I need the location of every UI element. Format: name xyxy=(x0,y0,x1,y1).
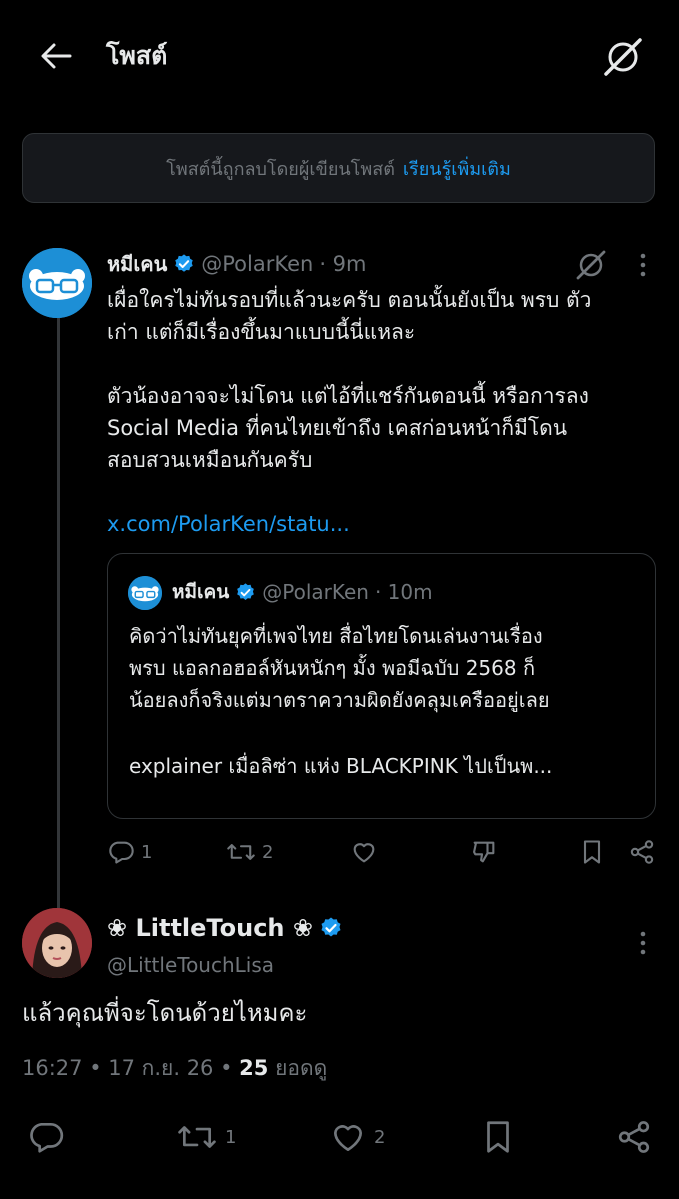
repost-icon xyxy=(227,844,255,860)
author-handle[interactable]: @PolarKen xyxy=(201,252,313,276)
share-button[interactable] xyxy=(628,838,656,866)
avatar[interactable] xyxy=(22,248,92,318)
tweet-text-line: ตัวน้องอาจจะไม่โดน แต่ไอ้ที่แชร์กันตอนนี… xyxy=(107,384,589,408)
heart-icon xyxy=(353,843,375,863)
grok-button[interactable] xyxy=(600,34,646,80)
tweet-text-line: สอบสวนเหมือนกันครับ xyxy=(107,448,313,472)
tweet-text: เผื่อใครไม่ทันรอบที่แล้วนะครับ ตอนนั้นยั… xyxy=(107,284,657,540)
page-title: โพสต์ xyxy=(106,41,168,70)
like-count: 2 xyxy=(374,1126,386,1148)
repost-button[interactable]: 1 xyxy=(175,1118,236,1156)
quoted-tweet-header: หมีเคน @PolarKen · 10m xyxy=(172,574,433,610)
heart-icon xyxy=(333,1125,363,1152)
verified-badge-icon xyxy=(235,582,256,603)
author-name-row: ❀ LittleTouch ❀ xyxy=(107,910,349,946)
grok-button[interactable] xyxy=(574,248,608,282)
tweet-timestamp[interactable]: 16:27 • 17 ก.ย. 26 • xyxy=(22,1056,232,1080)
quoted-text-line: คิดว่าไม่ทันยุคที่เพจไทย สื่อไทยโดนเล่นง… xyxy=(129,624,543,648)
tweet-header: หมีเคน @PolarKen · 9m xyxy=(107,248,367,280)
avatar xyxy=(128,576,162,610)
avatar[interactable] xyxy=(22,908,92,978)
more-options-button[interactable] xyxy=(633,250,653,280)
verified-badge-icon xyxy=(319,916,343,940)
view-label: ยอดดู xyxy=(275,1056,328,1080)
author-handle[interactable]: @LittleTouchLisa xyxy=(107,950,274,980)
polar-bear-avatar-icon xyxy=(22,248,92,318)
author-name[interactable]: หมีเคน xyxy=(107,248,167,280)
more-vertical-icon xyxy=(640,253,646,277)
tweet-text-line: เก่า แต่ก็มีเรื่องขึ้นมาแบบนี้นี่แหละ xyxy=(107,320,416,344)
tweet-text-line: Social Media ที่คนไทยเข้าถึง เคสก่อนหน้า… xyxy=(107,416,568,440)
quoted-tweet-text: คิดว่าไม่ทันยุคที่เพจไทย สื่อไทยโดนเล่นง… xyxy=(129,620,644,782)
repost-count: 2 xyxy=(262,841,274,863)
author-name[interactable]: ❀ LittleTouch ❀ xyxy=(107,914,313,942)
repost-button[interactable]: 2 xyxy=(226,838,273,866)
profile-photo-avatar xyxy=(22,908,92,978)
like-button[interactable]: 2 xyxy=(328,1118,385,1156)
downvote-button[interactable] xyxy=(470,838,498,866)
grok-icon xyxy=(576,250,606,280)
repost-icon xyxy=(178,1126,216,1148)
back-button[interactable] xyxy=(36,36,76,76)
bookmark-button[interactable] xyxy=(580,838,604,866)
reply-count: 1 xyxy=(141,841,153,863)
share-icon xyxy=(618,1121,650,1153)
more-vertical-icon xyxy=(640,931,646,955)
deleted-post-notice: โพสต์นี้ถูกลบโดยผู้เขียนโพสต์ เรียนรู้เพ… xyxy=(22,133,655,203)
tweet-meta: 16:27 • 17 ก.ย. 26 • 25 ยอดดู xyxy=(22,1050,327,1086)
share-icon xyxy=(630,840,654,864)
repost-count: 1 xyxy=(225,1126,237,1148)
quoted-tweet-card[interactable]: หมีเคน @PolarKen · 10m คิดว่าไม่ทันยุคที… xyxy=(107,553,656,819)
tweet-link[interactable]: x.com/PolarKen/statu... xyxy=(107,508,657,540)
view-count: 25 xyxy=(239,1056,269,1080)
like-button[interactable] xyxy=(350,838,378,866)
reply-button[interactable] xyxy=(27,1118,65,1156)
tweet-text-line: เผื่อใครไม่ทันรอบที่แล้วนะครับ ตอนนั้นยั… xyxy=(107,288,592,312)
thread-connector xyxy=(57,318,60,908)
more-options-button[interactable] xyxy=(633,928,653,958)
bookmark-icon xyxy=(487,1121,509,1153)
author-handle: @PolarKen xyxy=(262,580,369,604)
notice-text: โพสต์นี้ถูกลบโดยผู้เขียนโพสต์ xyxy=(166,158,395,180)
quoted-text-line: พรบ แอลกอฮอล์หันหนักๆ มั้ง พอมีฉบับ 2568… xyxy=(129,656,536,680)
tweet-time: · 10m xyxy=(374,580,433,604)
verified-badge-icon xyxy=(173,253,195,275)
reply-button[interactable]: 1 xyxy=(107,838,152,866)
thumbs-down-icon xyxy=(473,841,495,863)
bookmark-button[interactable] xyxy=(481,1118,515,1156)
reply-icon xyxy=(30,1122,64,1153)
author-name: หมีเคน xyxy=(172,581,230,603)
polar-bear-avatar-icon xyxy=(128,576,162,610)
grok-icon xyxy=(604,38,642,76)
learn-more-link[interactable]: เรียนรู้เพิ่มเติม xyxy=(403,154,511,183)
quoted-text-line: น้อยลงก็จริงแต่มาตราความผิดยังคลุมเครืออ… xyxy=(129,688,550,712)
tweet-text: แล้วคุณพี่จะโดนด้วยไหมคะ xyxy=(22,999,308,1027)
bookmark-icon xyxy=(583,840,601,864)
reply-icon xyxy=(109,841,134,864)
share-button[interactable] xyxy=(614,1118,654,1156)
arrow-left-icon xyxy=(41,43,72,69)
quoted-text-line: explainer เมื่อลิซ่า แห่ง BLACKPINK ไปเป… xyxy=(129,754,553,778)
tweet-time[interactable]: · 9m xyxy=(319,252,366,276)
